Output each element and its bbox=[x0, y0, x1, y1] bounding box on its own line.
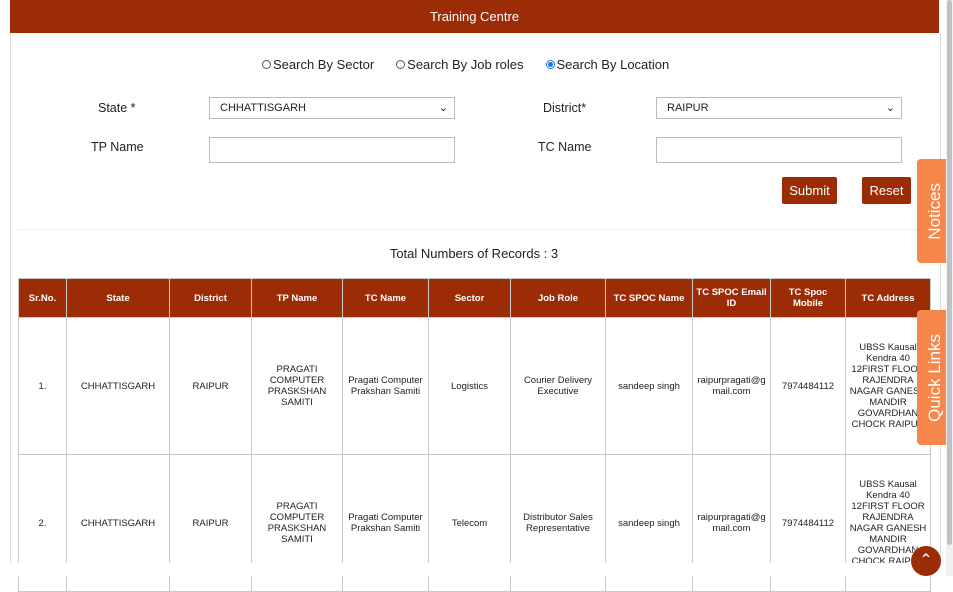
state-label: State * bbox=[98, 101, 136, 115]
radio-search-by-sector[interactable]: Search By Sector bbox=[262, 57, 374, 72]
col-state: State bbox=[66, 278, 170, 318]
table-row: 1. CHHATTISGARH RAIPUR PRAGATI COMPUTER … bbox=[18, 317, 931, 455]
radio-circle-icon[interactable] bbox=[262, 60, 271, 69]
divider bbox=[18, 229, 928, 230]
search-mode-group: Search By Sector Search By Job roles Sea… bbox=[262, 57, 669, 72]
submit-button[interactable]: Submit bbox=[782, 177, 837, 204]
chevron-down-icon: ⌄ bbox=[885, 102, 895, 114]
radio-circle-icon[interactable] bbox=[545, 60, 555, 69]
cell-tp-name: PRAGATI COMPUTER PRASKSHAN SAMITI bbox=[251, 317, 343, 455]
cell-job-role: Courier Delivery Executive bbox=[510, 317, 606, 455]
tc-name-input[interactable] bbox=[656, 137, 902, 163]
tp-name-input[interactable] bbox=[209, 137, 455, 163]
cell-spoc-mobile: 7974484112 bbox=[770, 317, 846, 455]
radio-search-by-location[interactable]: Search By Location bbox=[545, 57, 669, 72]
chevron-down-icon: ⌄ bbox=[438, 102, 448, 114]
col-job-role: Job Role bbox=[510, 278, 606, 318]
scrollbar-thumb[interactable] bbox=[947, 0, 952, 545]
scrollbar[interactable] bbox=[946, 0, 953, 576]
reset-button[interactable]: Reset bbox=[862, 177, 911, 204]
col-sr-no: Sr.No. bbox=[18, 278, 67, 318]
state-select[interactable]: CHHATTISGARH ⌄ bbox=[209, 97, 455, 119]
results-table: Sr.No. State District TP Name TC Name Se… bbox=[18, 278, 931, 592]
col-district: District bbox=[169, 278, 252, 318]
arrow-up-icon: ⌃ bbox=[919, 552, 933, 569]
radio-circle-icon[interactable] bbox=[396, 60, 406, 69]
tp-name-label: TP Name bbox=[91, 140, 144, 154]
cell-tc-name: Pragati Computer Prakshan Samiti bbox=[342, 317, 429, 455]
district-label: District* bbox=[543, 101, 587, 115]
cell-sector: Logistics bbox=[428, 317, 511, 455]
cell-sr-no: 1. bbox=[18, 317, 67, 455]
page-header: Training Centre bbox=[10, 0, 939, 33]
total-records: Total Numbers of Records : 3 bbox=[389, 246, 559, 261]
district-select[interactable]: RAIPUR ⌄ bbox=[656, 97, 902, 119]
table-header-row: Sr.No. State District TP Name TC Name Se… bbox=[18, 278, 931, 318]
cell-district: RAIPUR bbox=[169, 317, 252, 455]
cell-state: CHHATTISGARH bbox=[66, 317, 170, 455]
col-tc-name: TC Name bbox=[342, 278, 429, 318]
col-tc-spoc-name: TC SPOC Name bbox=[605, 278, 693, 318]
cell-spoc-name: sandeep singh bbox=[605, 317, 693, 455]
tc-name-label: TC Name bbox=[538, 140, 592, 154]
col-tc-spoc-email: TC SPOC Email ID bbox=[692, 278, 771, 318]
col-tp-name: TP Name bbox=[251, 278, 343, 318]
col-sector: Sector bbox=[428, 278, 511, 318]
page-bottom bbox=[0, 563, 946, 576]
col-tc-spoc-mobile: TC Spoc Mobile bbox=[770, 278, 846, 318]
radio-search-by-job-roles[interactable]: Search By Job roles bbox=[396, 57, 524, 72]
scroll-to-top-button[interactable]: ⌃ bbox=[911, 546, 941, 576]
cell-spoc-email: raipurpragati@gmail.com bbox=[692, 317, 771, 455]
